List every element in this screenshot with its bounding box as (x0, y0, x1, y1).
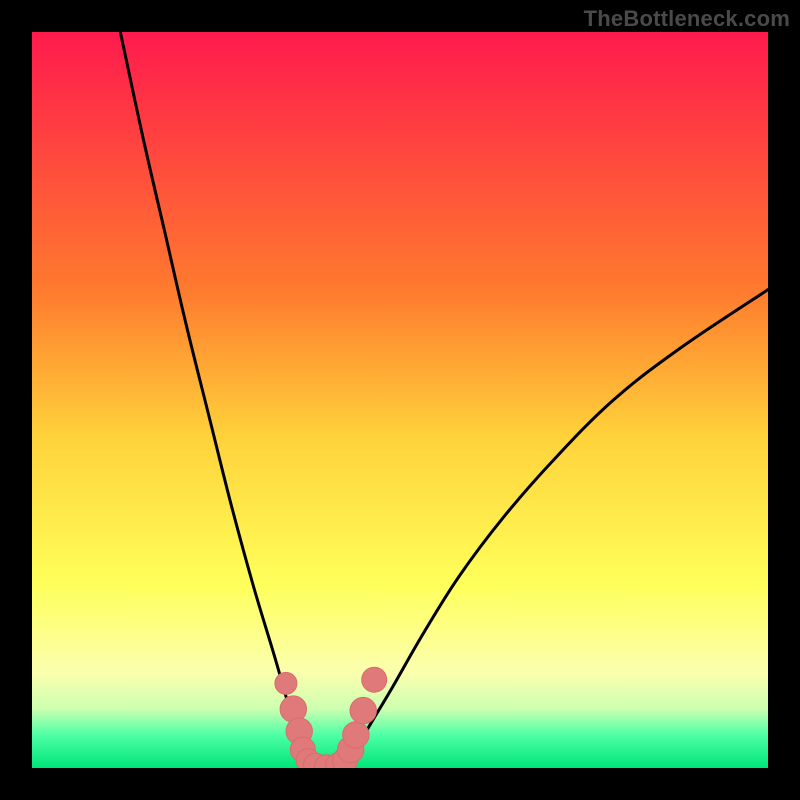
data-marker (343, 722, 369, 748)
watermark-text: TheBottleneck.com (584, 6, 790, 32)
chart-frame: TheBottleneck.com (0, 0, 800, 800)
data-marker (275, 672, 297, 694)
plot-area (32, 32, 768, 768)
chart-svg (32, 32, 768, 768)
data-marker (362, 667, 387, 692)
data-marker (350, 697, 376, 723)
background-gradient (32, 32, 768, 768)
